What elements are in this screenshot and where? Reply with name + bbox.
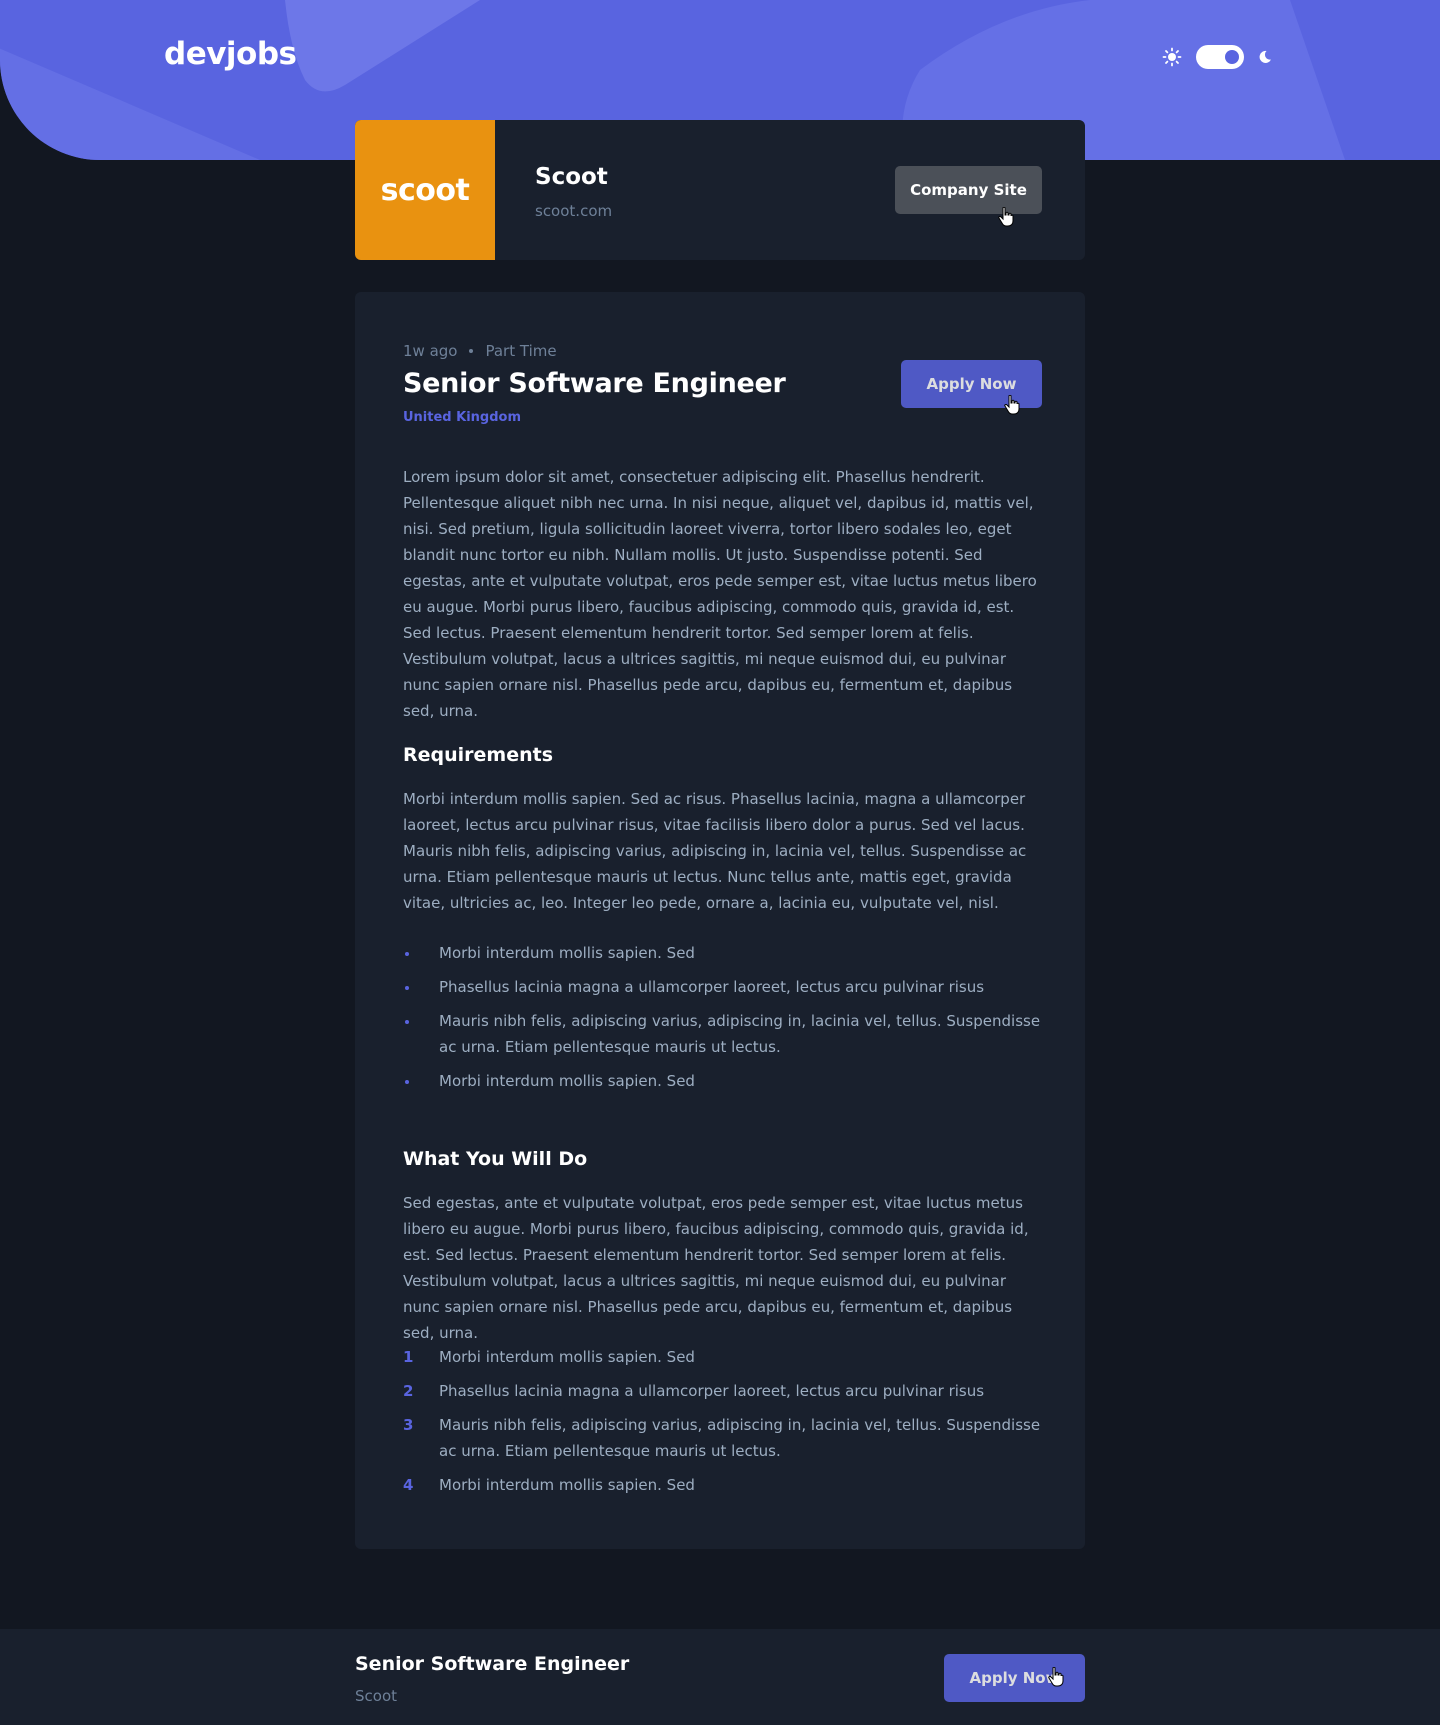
bullet-dot: [405, 1080, 409, 1084]
requirements-heading: Requirements: [403, 744, 554, 766]
role-item-text: Phasellus lacinia magna a ullamcorper la…: [439, 1382, 985, 1400]
role-item-number: 1: [403, 1348, 414, 1366]
requirement-text: Morbi interdum mollis sapien. Sed: [439, 944, 695, 962]
sun-icon: [1162, 47, 1182, 67]
footer-job-title: Senior Software Engineer: [355, 1653, 630, 1675]
theme-switch-knob: [1225, 50, 1239, 64]
role-item-number: 3: [403, 1416, 414, 1434]
role-item-text: Mauris nibh felis, adipiscing varius, ad…: [439, 1416, 1041, 1460]
role-item-text: Morbi interdum mollis sapien. Sed: [439, 1348, 695, 1366]
requirement-item: Phasellus lacinia magna a ullamcorper la…: [403, 974, 1043, 1000]
company-website: scoot.com: [535, 202, 613, 220]
job-details-card: 1w ago Part Time Senior Software Enginee…: [355, 292, 1085, 1549]
requirement-text: Phasellus lacinia magna a ullamcorper la…: [439, 978, 985, 996]
requirements-list: Morbi interdum mollis sapien. Sed Phasel…: [403, 940, 1043, 1102]
role-list: 1 Morbi interdum mollis sapien. Sed 2 Phas…: [403, 1344, 1043, 1506]
bullet-dot: [405, 1020, 409, 1024]
job-location: United Kingdom: [403, 410, 522, 425]
contract-type: Part Time: [485, 342, 557, 360]
role-item: 3 Mauris nibh felis, adipiscing varius, a…: [403, 1412, 1043, 1464]
footer-company-name: Scoot: [355, 1687, 398, 1705]
role-content: Sed egestas, ante et vulputate volutpat,…: [403, 1194, 1029, 1342]
separator-dot: [469, 349, 474, 353]
company-name: Scoot: [535, 164, 608, 190]
role-item-number: 4: [403, 1476, 414, 1494]
requirement-text: Morbi interdum mollis sapien. Sed: [439, 1072, 695, 1090]
theme-toggle[interactable]: [1162, 44, 1277, 70]
requirement-text: Mauris nibh felis, adipiscing varius, ad…: [439, 1012, 1041, 1056]
company-site-button[interactable]: Company Site: [895, 166, 1042, 214]
job-description: Lorem ipsum dolor sit amet, consectetuer…: [403, 468, 1037, 720]
posted-at: 1w ago: [403, 342, 458, 360]
apply-now-button[interactable]: Apply Now: [901, 360, 1042, 408]
theme-switch[interactable]: [1196, 45, 1244, 69]
requirement-item: Morbi interdum mollis sapien. Sed: [403, 1068, 1043, 1094]
requirement-item: Morbi interdum mollis sapien. Sed: [403, 940, 1043, 966]
job-meta: 1w ago Part Time: [403, 342, 557, 360]
requirement-item: Mauris nibh felis, adipiscing varius, ad…: [403, 1008, 1043, 1060]
sticky-footer: Senior Software Engineer Scoot Apply Now: [0, 1629, 1440, 1725]
requirements-content: Morbi interdum mollis sapien. Sed ac ris…: [403, 790, 1027, 912]
footer-apply-now-button[interactable]: Apply Now: [944, 1654, 1085, 1702]
role-item-number: 2: [403, 1382, 414, 1400]
role-item: 1 Morbi interdum mollis sapien. Sed: [403, 1344, 1043, 1370]
role-item: 2 Phasellus lacinia magna a ullamcorper l…: [403, 1378, 1043, 1404]
company-card: scoot Scoot scoot.com Company Site: [355, 120, 1085, 260]
devjobs-logo[interactable]: devjobs: [164, 36, 297, 72]
role-item-text: Morbi interdum mollis sapien. Sed: [439, 1476, 695, 1494]
job-title: Senior Software Engineer: [403, 368, 786, 399]
moon-icon: [1259, 50, 1271, 63]
company-logo: scoot: [355, 120, 495, 260]
bullet-dot: [405, 986, 409, 990]
role-heading: What You Will Do: [403, 1148, 588, 1170]
role-item: 4 Morbi interdum mollis sapien. Sed: [403, 1472, 1043, 1498]
bullet-dot: [405, 952, 409, 956]
